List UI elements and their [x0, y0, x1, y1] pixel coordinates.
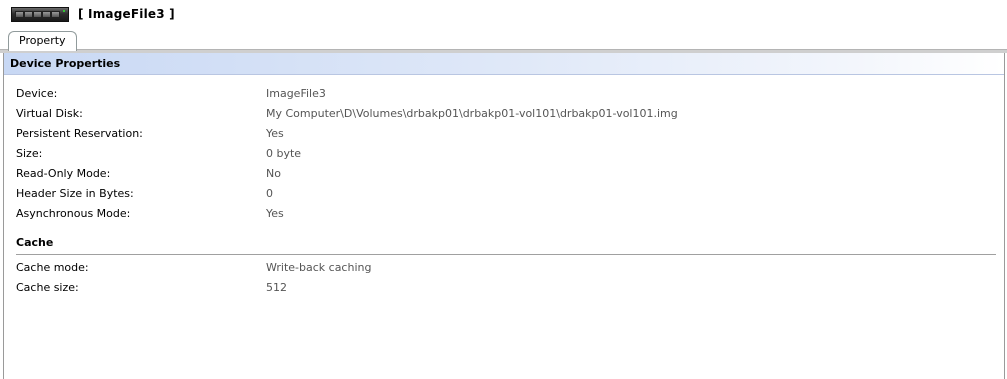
property-value: Yes	[266, 127, 284, 140]
tab-property[interactable]: Property	[8, 31, 77, 51]
property-value: Write-back caching	[266, 261, 372, 274]
property-value: 0 byte	[266, 147, 302, 160]
property-label: Device:	[16, 87, 58, 100]
property-row-persistent-reservation: Persistent Reservation: Yes	[16, 127, 996, 143]
storage-device-icon	[11, 7, 69, 22]
property-label: Persistent Reservation:	[16, 127, 143, 140]
property-row-cache-mode: Cache mode: Write-back caching	[16, 261, 996, 277]
property-label: Cache mode:	[16, 261, 89, 274]
cache-section-title: Cache	[16, 236, 54, 249]
property-row-virtual-disk: Virtual Disk: My Computer\D\Volumes\drba…	[16, 107, 996, 123]
properties-panel: Device Properties Device: ImageFile3 Vir…	[3, 53, 1005, 379]
property-row-header-size: Header Size in Bytes: 0	[16, 187, 996, 203]
property-row-asynchronous-mode: Asynchronous Mode: Yes	[16, 207, 996, 223]
title-bar: [ ImageFile3 ]	[0, 0, 1007, 28]
panel-header: Device Properties	[4, 53, 1004, 75]
property-label: Virtual Disk:	[16, 107, 83, 120]
tab-strip: Property	[0, 28, 1007, 51]
property-label: Asynchronous Mode:	[16, 207, 131, 220]
property-value: 0	[266, 187, 273, 200]
property-row-cache-size: Cache size: 512	[16, 281, 996, 297]
property-label: Size:	[16, 147, 43, 160]
panel-title: Device Properties	[10, 57, 121, 70]
cache-section-divider	[16, 254, 996, 255]
property-row-size: Size: 0 byte	[16, 147, 996, 163]
property-label: Header Size in Bytes:	[16, 187, 134, 200]
property-value: ImageFile3	[266, 87, 326, 100]
property-label: Cache size:	[16, 281, 79, 294]
property-value: No	[266, 167, 281, 180]
property-value: My Computer\D\Volumes\drbakp01\drbakp01-…	[266, 107, 678, 120]
property-row-read-only-mode: Read-Only Mode: No	[16, 167, 996, 183]
property-value: Yes	[266, 207, 284, 220]
property-row-device: Device: ImageFile3	[16, 87, 996, 103]
property-value: 512	[266, 281, 287, 294]
property-label: Read-Only Mode:	[16, 167, 111, 180]
device-title: [ ImageFile3 ]	[78, 7, 175, 21]
